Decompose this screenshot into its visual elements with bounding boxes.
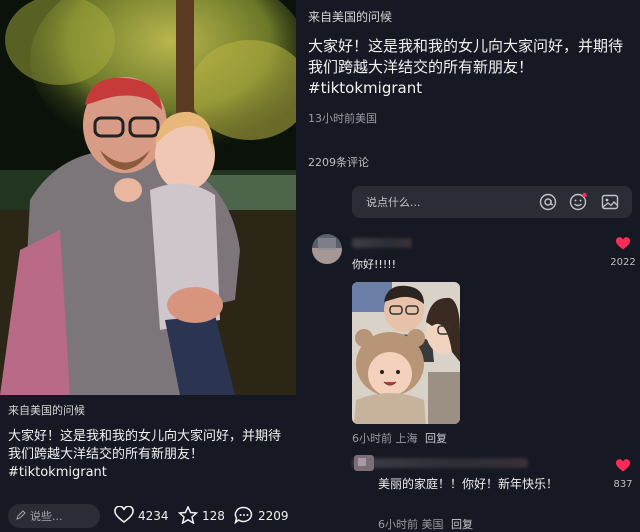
comment-meta: 6小时前 美国 回复 [378,516,473,532]
heart-icon [615,236,631,255]
post-greeting: 来自美国的问候 [308,10,393,24]
comment-placeholder: 说点什么... [366,196,421,209]
comment-button[interactable]: 2209 [234,504,289,528]
comment-attached-photo[interactable] [352,282,460,424]
avatar[interactable] [354,455,374,471]
post-meta: 13小时前美国 [308,112,377,125]
reply-button[interactable]: 回复 [425,432,447,445]
right-comments-panel: 来自美国的问候 大家好！这是我和我的女儿向大家问好，并期待我们跨越大洋结交的所有… [296,0,640,532]
say-something-input[interactable]: 说些... [8,504,100,528]
comment-like-count: 837 [613,479,633,490]
emoji-icon[interactable] [568,192,588,212]
at-icon[interactable] [538,192,558,212]
image-icon[interactable] [600,192,620,212]
post-action-bar: 说些... 4234 128 2209 [0,498,296,532]
comment-text: 你好!!!!! [352,258,397,271]
comment-like-count: 2022 [610,257,636,268]
comment-count: 2209 [258,509,289,523]
blurred-username[interactable] [352,458,528,468]
favorite-button[interactable]: 128 [177,504,225,528]
like-count: 4234 [138,509,169,523]
family-selfie-illustration [352,282,460,424]
post-photo[interactable] [0,0,296,395]
heart-icon [114,504,134,527]
say-placeholder: 说些... [30,510,63,523]
comment-meta: 6小时前 上海 回复 [352,430,447,446]
post-caption: 大家好！这是我和我的女儿向大家问好，并期待我们跨越大洋结交的所有新朋友！#tik… [8,429,282,480]
left-post-panel: 来自美国的问候 大家好！这是我和我的女儿向大家问好，并期待我们跨越大洋结交的所有… [0,0,296,532]
comment-like-button[interactable]: 837 [608,458,638,490]
post-greeting: 来自美国的问候 [8,404,85,417]
avatar[interactable] [312,234,342,264]
blurred-username[interactable] [352,238,412,248]
pencil-icon [16,509,26,523]
comment-time-location: 6小时前 美国 [378,518,444,531]
like-button[interactable]: 4234 [114,504,169,528]
comment-like-button[interactable]: 2022 [608,236,638,268]
heart-icon [615,458,631,477]
post-caption: 大家好！这是我和我的女儿向大家问好，并期待我们跨越大洋结交的所有新朋友！#tik… [308,37,624,97]
star-icon [177,504,199,527]
reply-button[interactable]: 回复 [451,518,473,531]
comment-count-label: 2209条评论 [308,156,369,169]
comment-time-location: 6小时前 上海 [352,432,418,445]
comment-input[interactable]: 说点什么... [352,186,632,218]
family-photo-illustration [0,0,296,395]
comment-text: 美丽的家庭！！你好！新年快乐！ [378,477,559,491]
chat-bubble-icon [234,506,254,527]
favorite-count: 128 [202,509,225,523]
